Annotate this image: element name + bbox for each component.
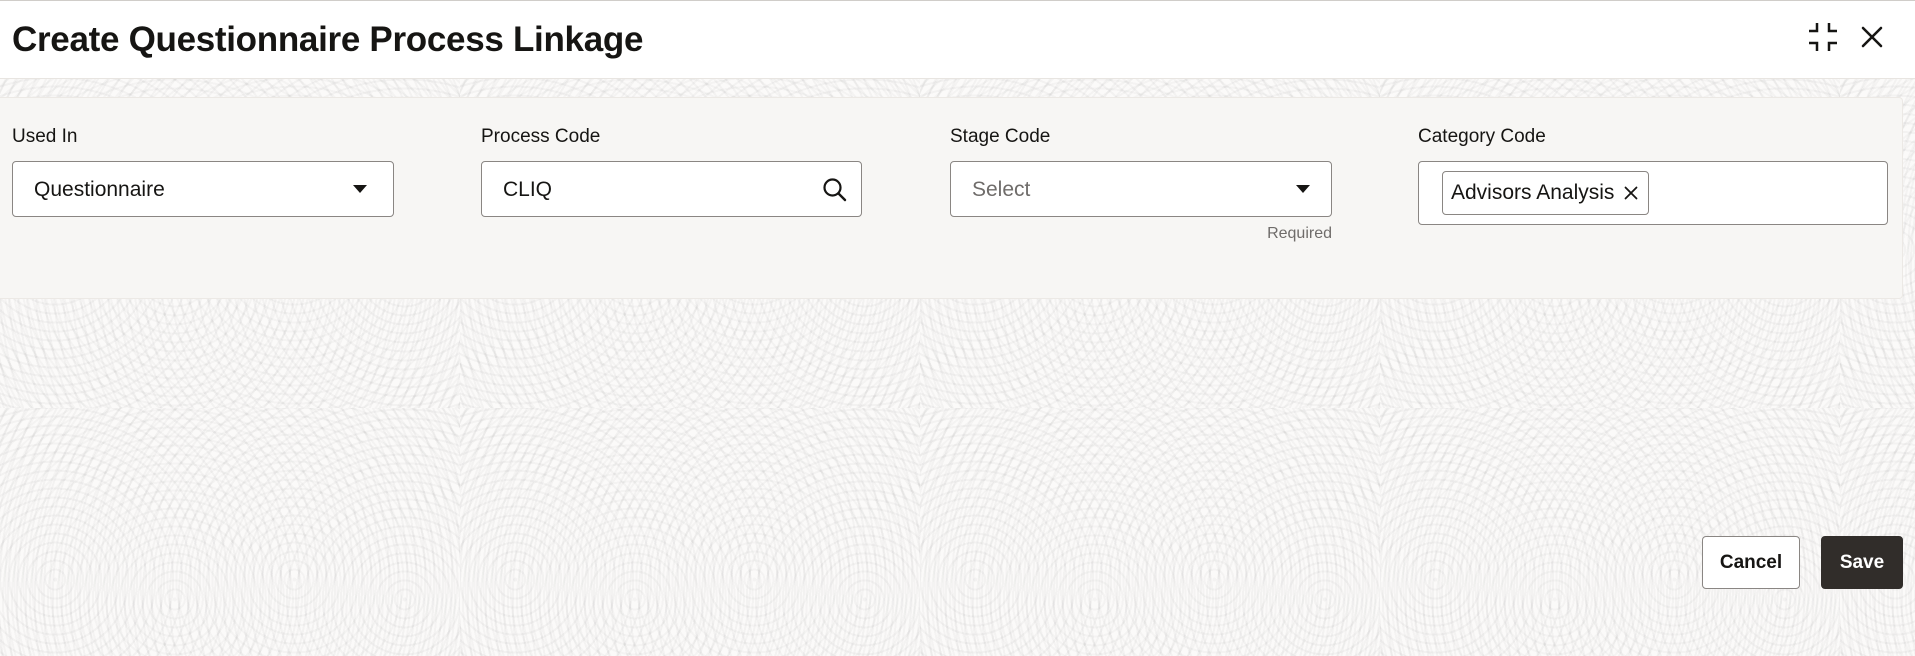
close-icon[interactable] (1624, 186, 1638, 200)
save-button[interactable]: Save (1821, 536, 1903, 589)
category-code-input[interactable]: Advisors Analysis (1418, 161, 1888, 225)
category-chip: Advisors Analysis (1442, 171, 1650, 215)
close-icon (1860, 25, 1884, 54)
used-in-select[interactable]: Questionnaire (12, 161, 394, 217)
stage-code-placeholder: Select (972, 178, 1031, 201)
close-button[interactable] (1854, 21, 1890, 57)
stage-code-select[interactable]: Select (950, 161, 1332, 217)
used-in-label: Used In (12, 126, 78, 147)
dialog-title: Create Questionnaire Process Linkage (12, 20, 644, 59)
chevron-down-icon (353, 185, 367, 193)
process-code-value: CLIQ (503, 178, 553, 201)
category-chip-label: Advisors Analysis (1451, 181, 1615, 204)
search-icon[interactable] (822, 177, 848, 208)
chevron-down-icon (1296, 185, 1310, 193)
minimize-button[interactable] (1805, 21, 1841, 57)
cancel-button[interactable]: Cancel (1702, 536, 1800, 589)
process-code-input[interactable]: CLIQ (481, 161, 862, 217)
form-panel: Used In Questionnaire Process Code CLIQ … (0, 97, 1903, 299)
used-in-value: Questionnaire (34, 178, 165, 201)
process-code-label: Process Code (481, 126, 601, 147)
stage-code-required-hint: Required (1267, 225, 1332, 242)
category-code-label: Category Code (1418, 126, 1546, 147)
stage-code-label: Stage Code (950, 126, 1051, 147)
dialog-header: Create Questionnaire Process Linkage (0, 0, 1915, 79)
compress-icon (1807, 21, 1839, 58)
